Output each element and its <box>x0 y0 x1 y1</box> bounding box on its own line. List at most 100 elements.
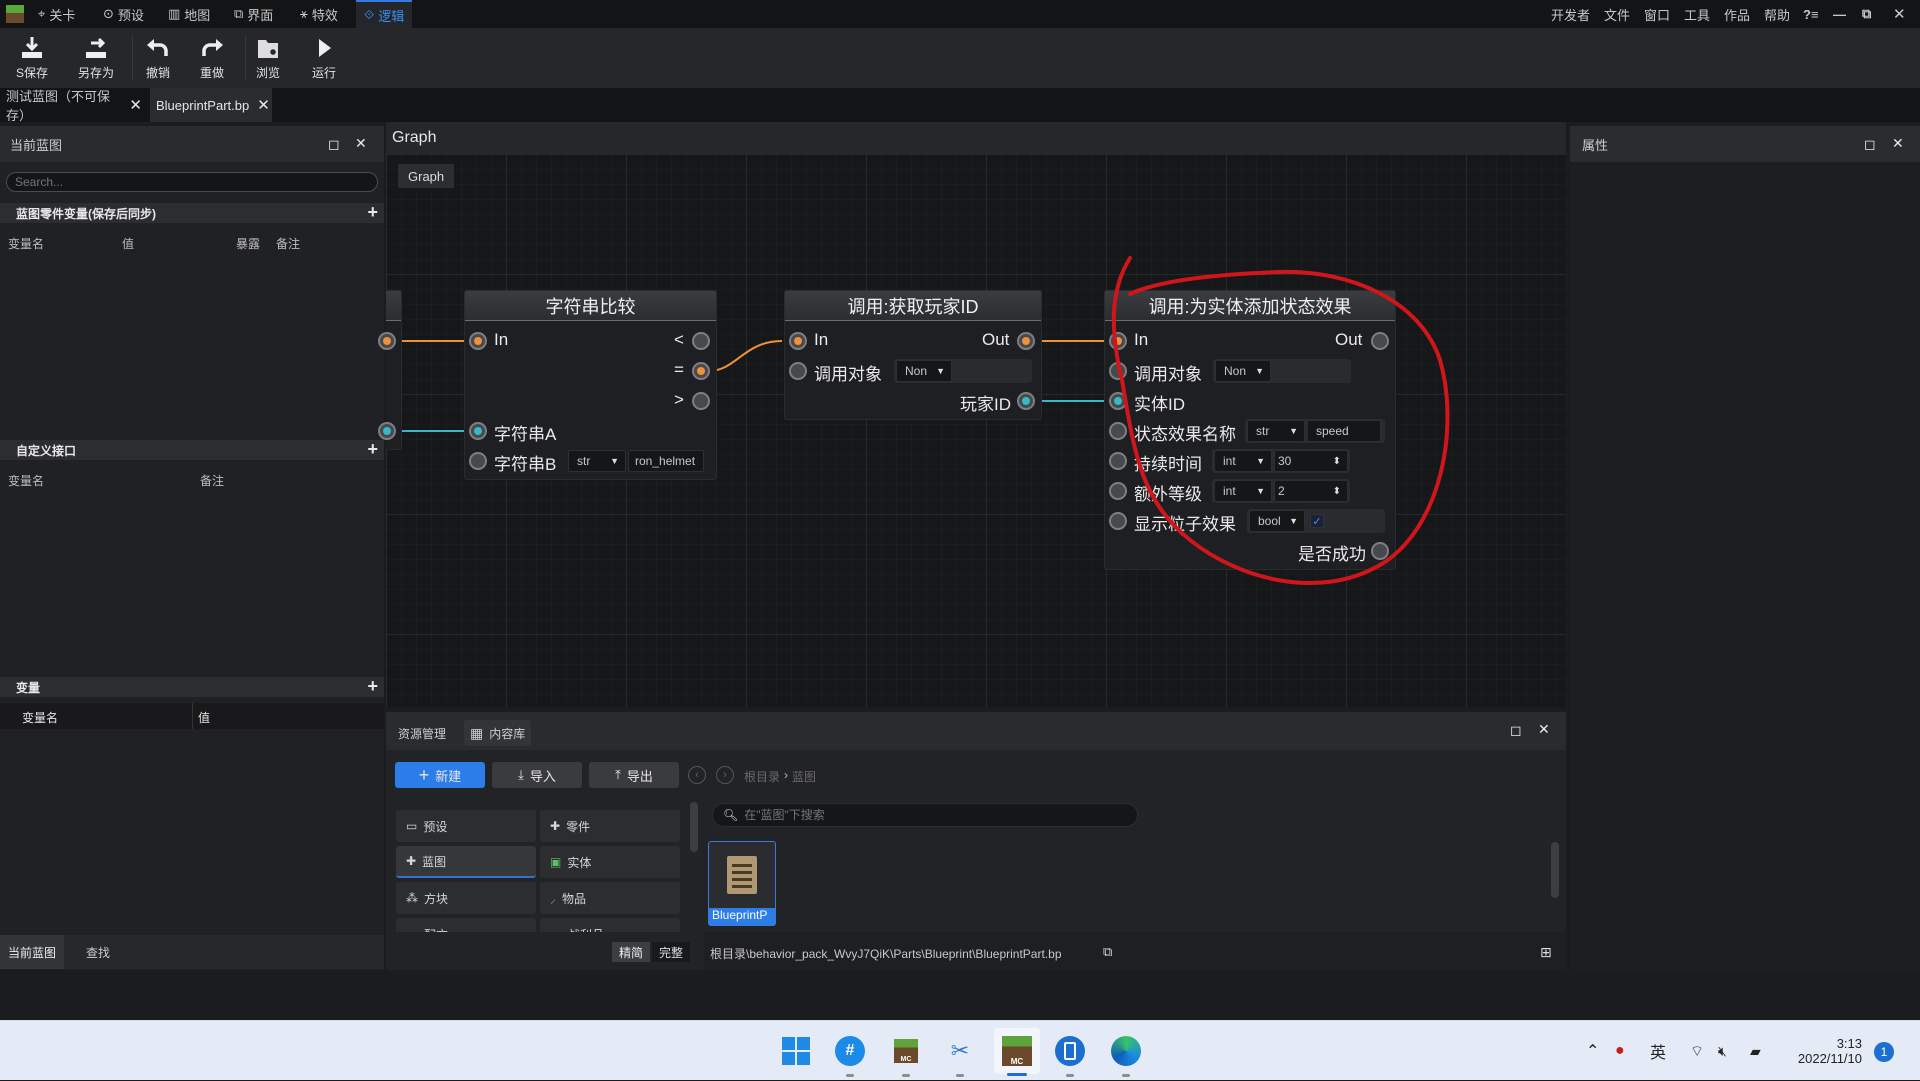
menu-effects[interactable]: ⚹ 特效 <box>292 0 346 28</box>
save-button[interactable]: S保存 <box>4 32 60 84</box>
resource-search-input[interactable] <box>744 808 1137 822</box>
less-than-pin[interactable] <box>692 332 710 350</box>
copy-path-icon[interactable]: ⧉ <box>1103 944 1112 960</box>
grid-view-icon[interactable]: ⊞ <box>1540 944 1552 961</box>
menu-map[interactable]: ▥ 地图 <box>160 0 218 28</box>
close-panel-icon[interactable]: ✕ <box>355 135 367 152</box>
tab-blueprintpart[interactable]: BlueprintPart.bp ✕ <box>150 88 272 122</box>
tray-overflow-icon[interactable]: ⌃ <box>1586 1021 1599 1081</box>
minecraft-icon[interactable]: MC <box>994 1028 1040 1076</box>
resource-panel-header <box>386 712 1566 750</box>
target-type-select[interactable]: Non ▼ <box>896 360 952 382</box>
forward-nav-icon[interactable]: › <box>716 766 734 784</box>
breadcrumb-blueprint[interactable]: 蓝图 <box>792 768 816 785</box>
breadcrumb-root[interactable]: 根目录 <box>744 768 780 785</box>
view-full-button[interactable]: 完整 <box>652 942 690 962</box>
minecraft-editor-icon[interactable]: MC <box>886 1031 926 1077</box>
back-nav-icon[interactable]: ‹ <box>688 766 706 784</box>
help-search-icon[interactable]: ?≡ <box>1803 0 1819 28</box>
category-entity[interactable]: ▣ 实体 <box>540 846 680 878</box>
save-as-button[interactable]: 另存为 <box>68 32 124 84</box>
category-recipe[interactable]: ▬配方 <box>396 918 536 932</box>
menu-preset[interactable]: ⊙ 预设 <box>95 0 152 28</box>
pin-label-string-b: 字符串B <box>494 455 557 474</box>
exec-in-pin[interactable] <box>469 332 487 350</box>
tab-test-blueprint[interactable]: 测试蓝图（不可保存） ✕ <box>0 88 148 123</box>
category-part[interactable]: ✚ 零件 <box>540 810 680 842</box>
menu-help[interactable]: 帮助 <box>1764 0 1790 28</box>
battery-icon[interactable]: ▰ <box>1750 1021 1761 1081</box>
exec-out-pin[interactable] <box>378 332 396 350</box>
new-button[interactable]: + 新建 <box>395 762 485 788</box>
section-custom-interface: 自定义接口 + <box>0 439 384 460</box>
qq-icon[interactable]: ● <box>1615 1021 1625 1081</box>
edge-icon[interactable] <box>1106 1031 1146 1077</box>
player-id-out-pin[interactable] <box>1017 392 1035 410</box>
category-scrollbar[interactable] <box>690 802 698 852</box>
maximize-panel-icon[interactable]: ◻ <box>1864 136 1876 153</box>
file-item-blueprint[interactable]: BlueprintP <box>708 841 776 926</box>
close-tab-icon[interactable]: ✕ <box>257 96 270 114</box>
string-a-pin[interactable] <box>469 422 487 440</box>
maximize-panel-icon[interactable]: ◻ <box>328 136 340 153</box>
category-item[interactable]: ⸝ 物品 <box>540 882 680 914</box>
category-preset[interactable]: ▭ 预设 <box>396 810 536 842</box>
resource-search[interactable]: 🔍︎ <box>712 803 1138 827</box>
category-loot[interactable]: ▬战利品 <box>540 918 680 932</box>
ime-indicator[interactable]: 英 <box>1650 1021 1666 1081</box>
hashtag-app-icon[interactable]: # <box>830 1031 870 1077</box>
undo-button[interactable]: 撤销 <box>130 32 186 84</box>
add-interface-icon[interactable]: + <box>367 439 378 460</box>
close-panel-icon[interactable]: ✕ <box>1538 721 1550 738</box>
maximize-panel-icon[interactable]: ◻ <box>1510 722 1522 739</box>
category-blueprint[interactable]: ✚ 蓝图 <box>396 846 536 878</box>
import-button[interactable]: ⤓ 导入 <box>492 762 582 788</box>
left-search-input[interactable] <box>6 172 378 192</box>
file-scrollbar[interactable] <box>1551 842 1559 898</box>
category-block[interactable]: ⁂ 方块 <box>396 882 536 914</box>
volume-muted-icon[interactable]: 🔇︎ <box>1718 1021 1727 1081</box>
string-b-type-select[interactable]: str ▼ <box>568 450 626 472</box>
menu-works[interactable]: 作品 <box>1724 0 1750 28</box>
tab-content-library[interactable]: ▦ 内容库 <box>464 720 532 746</box>
exec-out-pin[interactable] <box>1017 332 1035 350</box>
tab-resource-manager[interactable]: 资源管理 <box>392 720 452 746</box>
target-pin[interactable] <box>789 362 807 380</box>
browse-button[interactable]: 浏览 <box>240 32 296 84</box>
redo-button[interactable]: 重做 <box>184 32 240 84</box>
equal-pin[interactable] <box>692 362 710 380</box>
minimize-icon[interactable]: — <box>1833 0 1846 28</box>
menu-logic[interactable]: ⟐ 逻辑 <box>356 0 413 28</box>
menu-window[interactable]: 窗口 <box>1644 0 1670 28</box>
phone-link-icon[interactable] <box>1050 1031 1090 1077</box>
close-tab-icon[interactable]: ✕ <box>129 96 142 114</box>
notification-badge[interactable]: 1 <box>1874 1042 1894 1062</box>
view-compact-button[interactable]: 精简 <box>612 942 650 962</box>
left-search-field[interactable] <box>7 173 377 191</box>
restore-icon[interactable]: ⧉ <box>1862 0 1871 28</box>
close-icon[interactable]: ✕ <box>1893 0 1906 28</box>
snipping-tool-icon[interactable]: ✂ <box>940 1031 980 1077</box>
string-b-pin[interactable] <box>469 452 487 470</box>
menu-file[interactable]: 文件 <box>1604 0 1630 28</box>
data-out-pin[interactable] <box>378 422 396 440</box>
menu-level[interactable]: ⌖ 关卡 <box>30 0 83 28</box>
exec-in-pin[interactable] <box>789 332 807 350</box>
add-variable-icon[interactable]: + <box>367 676 378 697</box>
running-indicator <box>1122 1074 1130 1077</box>
menu-developer[interactable]: 开发者 <box>1551 0 1590 28</box>
wifi-icon[interactable]: ⌔ <box>1690 1021 1704 1081</box>
close-panel-icon[interactable]: ✕ <box>1892 135 1904 152</box>
tab-current-blueprint[interactable]: 当前蓝图 <box>0 935 64 969</box>
run-button[interactable]: 运行 <box>296 32 352 84</box>
greater-than-pin[interactable] <box>692 392 710 410</box>
menu-tools[interactable]: 工具 <box>1684 0 1710 28</box>
tab-find[interactable]: 查找 <box>66 935 130 969</box>
clock[interactable]: 3:13 2022/11/10 <box>1790 1021 1862 1081</box>
menu-ui[interactable]: ⧉ 界面 <box>226 0 281 28</box>
start-icon[interactable] <box>776 1031 816 1071</box>
add-blueprint-var-icon[interactable]: + <box>367 202 378 223</box>
export-button[interactable]: ⤒ 导出 <box>589 762 679 788</box>
col-note: 备注 <box>276 237 301 251</box>
string-b-value-input[interactable]: ron_helmet <box>628 450 704 472</box>
